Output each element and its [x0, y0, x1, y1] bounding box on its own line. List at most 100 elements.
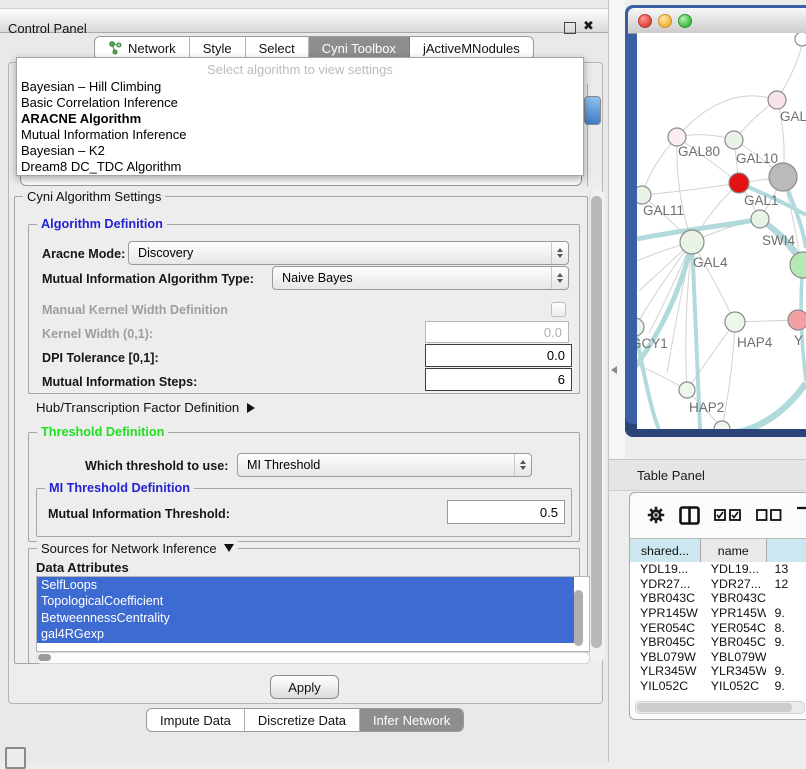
- settings-scrollbar-thumb[interactable]: [591, 196, 602, 648]
- kernel-width-label: Kernel Width (0,1):: [42, 327, 153, 341]
- network-node[interactable]: [768, 91, 786, 109]
- aracne-mode-combo[interactable]: Discovery: [128, 241, 569, 265]
- mi-steps-label: Mutual Information Steps:: [42, 375, 197, 389]
- network-node-label: SWI4: [762, 233, 795, 248]
- table-cell: 8.: [766, 621, 806, 636]
- table-cell: YER054C: [630, 621, 701, 636]
- network-node[interactable]: [788, 310, 806, 330]
- cyni-bottom-tabs: Impute Data Discretize Data Infer Networ…: [146, 708, 464, 732]
- attributes-scrollbar-thumb[interactable]: [574, 590, 583, 646]
- algorithm-option[interactable]: Mutual Information Inference: [17, 127, 583, 143]
- network-view-window[interactable]: GALGAL80GAL10GAL1GAL11SWI4GAL4HAP4YGCY1H…: [625, 5, 806, 437]
- attribute-item-selected[interactable]: SelfLoops: [37, 577, 574, 593]
- cyni-algorithm-settings-title: Cyni Algorithm Settings: [23, 189, 165, 204]
- table-body: YDL19...YDL19...13YDR27...YDR27...12YBR0…: [630, 562, 806, 699]
- table-row[interactable]: YIL052CYIL052C9.: [630, 679, 806, 694]
- data-attributes-list[interactable]: SelfLoopsTopologicalCoefficientBetweenne…: [36, 576, 590, 652]
- algorithm-option[interactable]: Bayesian – Hill Climbing: [17, 79, 583, 95]
- algorithm-option[interactable]: ARACNE Algorithm: [17, 111, 583, 127]
- tab-network[interactable]: Network: [95, 37, 190, 59]
- table-row[interactable]: YBR043CYBR043C: [630, 591, 806, 606]
- minimize-traffic-light[interactable]: [658, 14, 672, 28]
- dpi-tolerance-label: DPI Tolerance [0,1]:: [42, 351, 159, 365]
- table-column-header[interactable]: name: [701, 539, 767, 562]
- algorithm-option[interactable]: Bayesian – K2: [17, 143, 583, 159]
- kernel-width-input[interactable]: 0.0: [425, 321, 569, 343]
- table-cell: YDR27...: [701, 577, 767, 592]
- network-node[interactable]: [679, 382, 695, 398]
- network-node[interactable]: [795, 33, 806, 46]
- which-threshold-combo[interactable]: MI Threshold: [237, 453, 532, 477]
- network-window-titlebar[interactable]: [628, 8, 806, 34]
- network-node[interactable]: [725, 312, 745, 332]
- close-icon[interactable]: ✖: [583, 18, 594, 34]
- expand-arrow-icon[interactable]: [224, 544, 234, 552]
- tab-discretize-data[interactable]: Discretize Data: [245, 709, 360, 731]
- table-row[interactable]: YER054CYER054C8.: [630, 621, 806, 636]
- which-threshold-label: Which threshold to use:: [85, 459, 228, 473]
- network-nodes: [637, 33, 806, 429]
- show-columns-icon[interactable]: [714, 509, 742, 521]
- collapse-arrow-icon[interactable]: [247, 403, 255, 413]
- tab-cyni-toolbox[interactable]: Cyni Toolbox: [309, 37, 410, 59]
- tab-select[interactable]: Select: [246, 37, 309, 59]
- collapsed-panel-icon[interactable]: [5, 747, 26, 769]
- table-column-header[interactable]: [767, 539, 806, 562]
- tab-impute-data[interactable]: Impute Data: [147, 709, 245, 731]
- mi-threshold-label: Mutual Information Threshold:: [48, 507, 230, 521]
- table-cell: YPR145W: [701, 606, 767, 621]
- mi-algorithm-type-combo[interactable]: Naive Bayes: [272, 266, 569, 290]
- network-node[interactable]: [790, 252, 806, 278]
- network-node[interactable]: [729, 173, 749, 193]
- attributes-hscrollbar-thumb[interactable]: [38, 654, 51, 661]
- manual-kernel-checkbox[interactable]: [551, 302, 566, 317]
- table-row[interactable]: YDL19...YDL19...13: [630, 562, 806, 577]
- network-node-label: GAL11: [643, 203, 684, 218]
- divider-collapse-icon[interactable]: [611, 366, 617, 374]
- attribute-item-selected[interactable]: TopologicalCoefficient: [37, 593, 574, 609]
- network-node[interactable]: [637, 318, 644, 336]
- tab-jactivemnodules[interactable]: jActiveMNodules: [410, 37, 533, 59]
- network-node[interactable]: [751, 210, 769, 228]
- mi-steps-input[interactable]: 6: [425, 368, 572, 391]
- network-node[interactable]: [637, 186, 651, 204]
- apply-button[interactable]: Apply: [270, 675, 339, 699]
- hub-definition-label: Hub/Transcription Factor Definition: [36, 400, 239, 415]
- hub-definition-section[interactable]: Hub/Transcription Factor Definition: [36, 400, 255, 415]
- zoom-traffic-light[interactable]: [678, 14, 692, 28]
- gear-icon[interactable]: [647, 506, 665, 524]
- data-attributes-label: Data Attributes: [36, 560, 129, 575]
- float-window-icon[interactable]: [564, 22, 576, 34]
- network-node[interactable]: [725, 131, 743, 149]
- table-row[interactable]: YLR345WYLR345W9.: [630, 664, 806, 679]
- table-row[interactable]: YBL079WYBL079W: [630, 650, 806, 665]
- table-cell: [766, 650, 806, 665]
- network-node[interactable]: [680, 230, 704, 254]
- tab-style[interactable]: Style: [190, 37, 246, 59]
- attribute-item-selected[interactable]: gal4RGexp: [37, 626, 574, 642]
- column-view-icon[interactable]: [679, 506, 700, 525]
- hide-columns-icon[interactable]: [756, 509, 782, 521]
- attributes-hscrollbar-track[interactable]: [36, 652, 590, 664]
- mi-threshold-group-title: MI Threshold Definition: [45, 481, 194, 495]
- table-header-row: shared...name: [630, 538, 806, 563]
- dpi-tolerance-input[interactable]: 0.0: [425, 344, 572, 367]
- table-row[interactable]: YBR045CYBR045C9.: [630, 635, 806, 650]
- table-hscrollbar-thumb[interactable]: [637, 703, 792, 712]
- algorithm-combo-stepper[interactable]: [584, 96, 601, 125]
- manual-kernel-label: Manual Kernel Width Definition: [42, 303, 228, 317]
- algorithm-option[interactable]: Dream8 DC_TDC Algorithm: [17, 159, 583, 175]
- network-canvas[interactable]: GALGAL80GAL10GAL1GAL11SWI4GAL4HAP4YGCY1H…: [637, 33, 806, 429]
- mi-threshold-input[interactable]: 0.5: [447, 500, 565, 524]
- attribute-item-selected[interactable]: BetweennessCentrality: [37, 610, 574, 626]
- table-row[interactable]: YPR145WYPR145W9.: [630, 606, 806, 621]
- tab-discretize-data-label: Discretize Data: [258, 713, 346, 728]
- algorithm-option[interactable]: Basic Correlation Inference: [17, 95, 583, 111]
- close-traffic-light[interactable]: [638, 14, 652, 28]
- network-node[interactable]: [769, 163, 797, 191]
- function-icon[interactable]: [796, 506, 806, 524]
- table-column-header[interactable]: shared...: [630, 539, 701, 562]
- tab-infer-network[interactable]: Infer Network: [360, 709, 463, 731]
- table-cell: YBL079W: [630, 650, 701, 665]
- table-row[interactable]: YDR27...YDR27...12: [630, 577, 806, 592]
